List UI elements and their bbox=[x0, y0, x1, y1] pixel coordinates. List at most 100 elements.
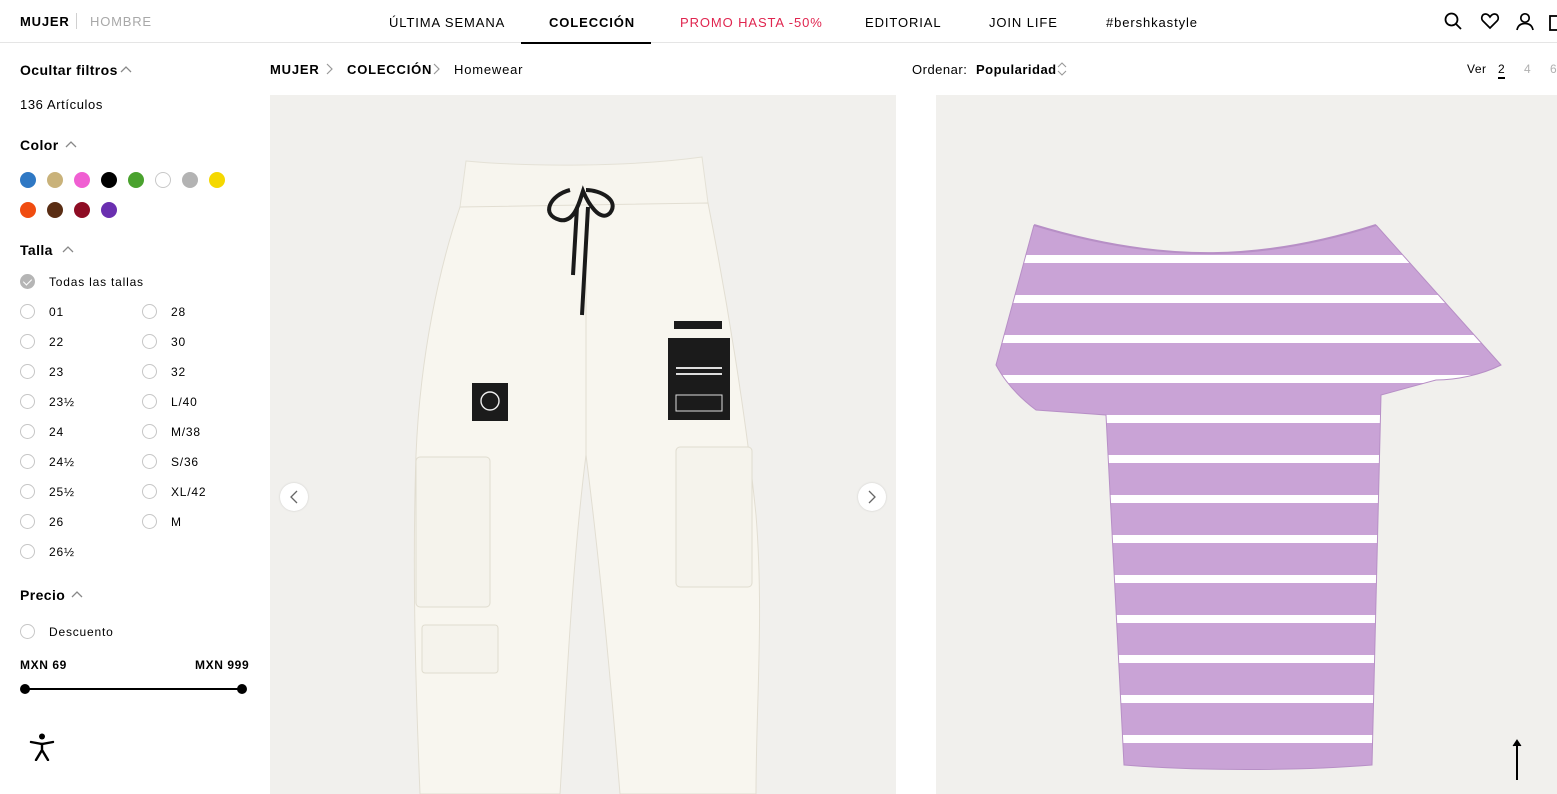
breadcrumb-mujer[interactable]: MUJER bbox=[270, 62, 320, 77]
size-radio[interactable] bbox=[142, 394, 157, 409]
previous-image-button[interactable] bbox=[280, 483, 308, 511]
size-radio[interactable] bbox=[142, 364, 157, 379]
price-min-label: MXN 69 bbox=[20, 658, 67, 672]
size-option-label[interactable]: S/36 bbox=[171, 455, 199, 469]
product-image-pants[interactable] bbox=[270, 95, 896, 794]
view-option-2[interactable]: 2 bbox=[1498, 62, 1505, 79]
size-option-label[interactable]: 23½ bbox=[49, 395, 75, 409]
product-card-striped-top[interactable] bbox=[936, 95, 1557, 794]
chevron-right-icon bbox=[433, 63, 440, 75]
nav-editorial[interactable]: EDITORIAL bbox=[865, 15, 942, 30]
size-radio[interactable] bbox=[20, 424, 35, 439]
active-nav-underline bbox=[521, 42, 651, 44]
color-swatch[interactable] bbox=[47, 202, 63, 218]
gender-women-link[interactable]: MUJER bbox=[20, 14, 70, 29]
nav-promo[interactable]: PROMO HASTA -50% bbox=[680, 15, 823, 30]
top-navigation-bar: MUJER HOMBRE ÚLTIMA SEMANA COLECCIÓN PRO… bbox=[0, 0, 1557, 44]
size-all-radio[interactable] bbox=[20, 274, 35, 289]
color-swatch[interactable] bbox=[155, 172, 171, 188]
size-radio[interactable] bbox=[142, 334, 157, 349]
discount-radio[interactable] bbox=[20, 624, 35, 639]
size-radio[interactable] bbox=[20, 334, 35, 349]
size-option-label[interactable]: 26½ bbox=[49, 545, 75, 559]
chevron-up-icon[interactable] bbox=[62, 245, 74, 253]
size-radio[interactable] bbox=[20, 394, 35, 409]
sort-dropdown[interactable]: Popularidad bbox=[976, 62, 1057, 77]
size-option-label[interactable]: 32 bbox=[171, 365, 186, 379]
size-radio[interactable] bbox=[20, 514, 35, 529]
chevron-right-icon bbox=[868, 490, 876, 504]
nav-join-life[interactable]: JOIN LIFE bbox=[989, 15, 1058, 30]
color-swatch[interactable] bbox=[74, 202, 90, 218]
size-radio[interactable] bbox=[20, 304, 35, 319]
size-radio[interactable] bbox=[20, 544, 35, 559]
chevron-left-icon bbox=[290, 490, 298, 504]
size-option-label[interactable]: M bbox=[171, 515, 182, 529]
search-icon[interactable] bbox=[1443, 11, 1463, 31]
color-swatch[interactable] bbox=[47, 172, 63, 188]
color-swatch[interactable] bbox=[182, 172, 198, 188]
size-radio[interactable] bbox=[20, 364, 35, 379]
size-radio[interactable] bbox=[142, 304, 157, 319]
price-filter-title[interactable]: Precio bbox=[20, 587, 65, 603]
nav-bershkastyle[interactable]: #bershkastyle bbox=[1106, 15, 1198, 30]
bag-icon[interactable] bbox=[1549, 11, 1557, 31]
accessibility-icon[interactable] bbox=[29, 733, 55, 761]
size-radio[interactable] bbox=[20, 454, 35, 469]
size-option-label[interactable]: 26 bbox=[49, 515, 64, 529]
color-filter-title[interactable]: Color bbox=[20, 137, 59, 153]
size-option-label[interactable]: XL/42 bbox=[171, 485, 206, 499]
breadcrumb-current: Homewear bbox=[454, 62, 524, 77]
size-radio[interactable] bbox=[20, 484, 35, 499]
price-slider-min-handle[interactable] bbox=[20, 684, 30, 694]
gender-divider bbox=[76, 13, 77, 29]
price-slider-max-handle[interactable] bbox=[237, 684, 247, 694]
color-swatch[interactable] bbox=[20, 202, 36, 218]
sort-chevrons-icon[interactable] bbox=[1057, 61, 1067, 77]
size-option-label[interactable]: 22 bbox=[49, 335, 64, 349]
product-card-pants[interactable] bbox=[270, 95, 896, 794]
discount-label[interactable]: Descuento bbox=[49, 625, 114, 639]
size-option-label[interactable]: 24 bbox=[49, 425, 64, 439]
view-option-6[interactable]: 6 bbox=[1550, 62, 1557, 76]
size-radio[interactable] bbox=[142, 514, 157, 529]
size-option-label[interactable]: 25½ bbox=[49, 485, 75, 499]
view-label: Ver bbox=[1467, 62, 1487, 76]
chevron-right-icon bbox=[326, 63, 333, 75]
size-filter-title[interactable]: Talla bbox=[20, 242, 53, 258]
scroll-to-top-arrow-icon[interactable] bbox=[1508, 738, 1526, 782]
color-swatch[interactable] bbox=[209, 172, 225, 188]
size-option-label[interactable]: 30 bbox=[171, 335, 186, 349]
color-swatch[interactable] bbox=[128, 172, 144, 188]
next-image-button[interactable] bbox=[858, 483, 886, 511]
color-swatch[interactable] bbox=[74, 172, 90, 188]
price-max-label: MXN 999 bbox=[195, 658, 250, 672]
heart-icon[interactable] bbox=[1480, 11, 1500, 31]
breadcrumb-coleccion[interactable]: COLECCIÓN bbox=[347, 62, 432, 77]
color-swatch[interactable] bbox=[101, 202, 117, 218]
color-swatch[interactable] bbox=[20, 172, 36, 188]
user-icon[interactable] bbox=[1515, 11, 1535, 31]
color-swatch[interactable] bbox=[101, 172, 117, 188]
size-option-label[interactable]: L/40 bbox=[171, 395, 198, 409]
size-radio[interactable] bbox=[142, 454, 157, 469]
view-option-4[interactable]: 4 bbox=[1524, 62, 1531, 76]
size-option-label[interactable]: 01 bbox=[49, 305, 64, 319]
hide-filters-toggle[interactable]: Ocultar filtros bbox=[20, 62, 118, 78]
nav-ultima-semana[interactable]: ÚLTIMA SEMANA bbox=[389, 15, 505, 30]
size-option-label[interactable]: 28 bbox=[171, 305, 186, 319]
size-radio[interactable] bbox=[142, 484, 157, 499]
gender-men-link[interactable]: HOMBRE bbox=[90, 14, 152, 29]
size-radio[interactable] bbox=[142, 424, 157, 439]
size-option-label[interactable]: M/38 bbox=[171, 425, 201, 439]
size-all-label[interactable]: Todas las tallas bbox=[49, 275, 144, 289]
sort-label: Ordenar: bbox=[912, 62, 968, 77]
size-option-label[interactable]: 23 bbox=[49, 365, 64, 379]
nav-coleccion[interactable]: COLECCIÓN bbox=[549, 15, 635, 30]
size-option-label[interactable]: 24½ bbox=[49, 455, 75, 469]
chevron-up-icon[interactable] bbox=[120, 65, 132, 73]
chevron-up-icon[interactable] bbox=[65, 140, 77, 148]
price-slider-track[interactable] bbox=[24, 688, 242, 690]
chevron-up-icon[interactable] bbox=[71, 590, 83, 598]
product-image-striped-top[interactable] bbox=[936, 95, 1557, 794]
